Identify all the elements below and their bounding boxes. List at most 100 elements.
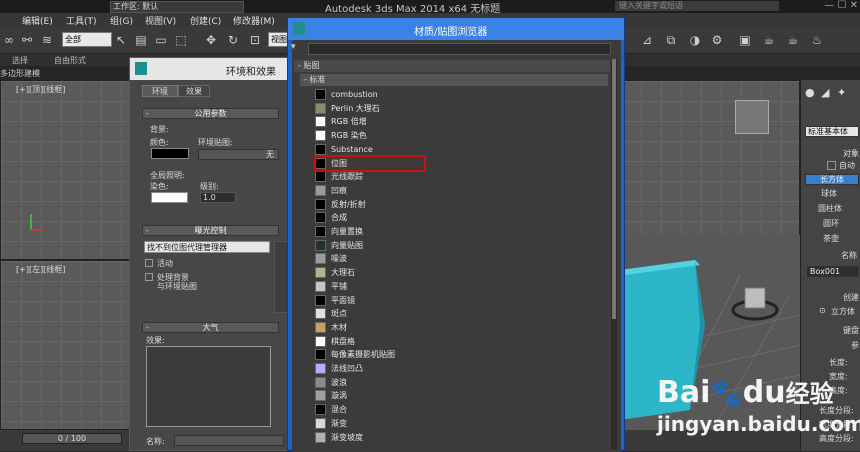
map-list-item[interactable]: combustion [314, 88, 608, 101]
sphere-button[interactable]: 球体 [821, 188, 837, 199]
link-icon[interactable]: ∞ [2, 33, 16, 47]
map-list-item[interactable]: 每像素摄影机贴图 [314, 348, 608, 361]
window-controls[interactable]: — ☐ ✕ [824, 0, 858, 11]
material-editor-icon[interactable]: ◑ [688, 33, 702, 47]
map-list-item[interactable]: 波浪 [314, 376, 608, 389]
map-list-item[interactable]: 渐变 [314, 417, 608, 430]
environment-dialog-titlebar[interactable]: 环境和效果 [130, 58, 293, 80]
map-list-item[interactable]: 向量置换 [314, 225, 608, 238]
map-list-item[interactable]: 反射/折射 [314, 198, 608, 211]
render-production-icon[interactable]: ☕ [786, 33, 800, 47]
name-color-header[interactable]: 名称 [841, 250, 857, 261]
map-list-item[interactable]: 光线跟踪 [314, 170, 608, 183]
env-map-button[interactable]: 无 [198, 149, 279, 160]
level-spinner[interactable]: 1.0 [200, 192, 236, 203]
map-list-item[interactable]: 渐变坡度 [314, 431, 608, 444]
rotate-icon[interactable]: ↻ [226, 33, 240, 47]
material-search-input[interactable] [308, 43, 611, 55]
menu-modifiers[interactable]: 修改器(M) [233, 14, 275, 27]
group-standard-header[interactable]: - 标准 [300, 74, 608, 86]
teapot-icon[interactable]: ♨ [810, 33, 824, 47]
rollout-atmosphere[interactable]: - 大气 [142, 322, 279, 333]
map-list-item[interactable]: 向量贴图 [314, 239, 608, 252]
selection-filter-select[interactable]: 全部 [62, 32, 112, 47]
schematic-view-icon[interactable]: ⧉ [664, 33, 678, 47]
material-browser-titlebar[interactable]: 材质/贴图浏览器 [288, 18, 624, 40]
creation-method-header[interactable]: 创建 [843, 292, 859, 303]
tab-effects[interactable]: 效果 [178, 85, 210, 97]
map-list-item[interactable]: RGB 倍增 [314, 115, 608, 128]
material-list-scrollbar[interactable] [611, 59, 617, 449]
teapot-button[interactable]: 茶壶 [823, 233, 839, 244]
curve-editor-icon[interactable]: ⊿ [640, 33, 654, 47]
map-list-item[interactable]: Substance [314, 143, 608, 156]
rollout-common-params[interactable]: - 公用参数 [142, 108, 279, 119]
render-icon[interactable]: ☕ [762, 33, 776, 47]
menu-group[interactable]: 组(G) [110, 14, 133, 27]
torus-button[interactable]: 圆环 [823, 218, 839, 229]
map-list-item[interactable]: Perlin 大理石 [314, 102, 608, 115]
render-setup-icon[interactable]: ⚙ [710, 33, 724, 47]
polygon-modeling-label[interactable]: 多边形建模 [0, 68, 40, 79]
map-list-item[interactable]: 合成 [314, 211, 608, 224]
active-checkbox[interactable] [145, 259, 153, 267]
rollout-exposure[interactable]: - 曝光控制 [142, 225, 279, 236]
map-item-label: 波浪 [331, 377, 347, 387]
keyboard-entry-header[interactable]: 键盘 [843, 325, 859, 336]
background-color-swatch[interactable] [151, 148, 189, 159]
effects-list[interactable] [146, 346, 271, 427]
bind-spacewarp-icon[interactable]: ≋ [40, 33, 54, 47]
map-list-item[interactable]: 混合 [314, 403, 608, 416]
browser-options-icon[interactable]: ▾ [291, 42, 296, 52]
effect-name-field[interactable] [174, 435, 284, 446]
select-object-icon[interactable]: ↖ [114, 33, 128, 47]
map-list-item[interactable]: 噪波 [314, 252, 608, 265]
object-category-select[interactable]: 标准基本体 [805, 126, 859, 137]
scale-icon[interactable]: ⊡ [248, 33, 262, 47]
map-list-item[interactable]: 斑点 [314, 307, 608, 320]
parameters-header[interactable]: 参 [851, 340, 859, 351]
lights-icon[interactable]: ✦ [837, 86, 846, 99]
map-list-item[interactable]: 漩涡 [314, 389, 608, 402]
workspace-select[interactable]: 工作区: 默认 [110, 1, 244, 13]
search-input[interactable]: 键入关键字或短语 [615, 1, 779, 11]
time-slider[interactable]: 0 / 100 [22, 433, 122, 444]
map-list-item[interactable]: 平面镜 [314, 294, 608, 307]
menu-tools[interactable]: 工具(T) [66, 14, 97, 27]
select-region-icon[interactable]: ▭ [154, 33, 168, 47]
map-list-item[interactable]: 平铺 [314, 280, 608, 293]
scrollbar-thumb[interactable] [612, 59, 616, 319]
exposure-type-select[interactable]: 找不到位图代理管理器 [144, 241, 270, 253]
map-list-item[interactable]: RGB 染色 [314, 129, 608, 142]
unlink-icon[interactable]: ⚯ [20, 33, 34, 47]
map-list-item[interactable]: 法线凹凸 [314, 362, 608, 375]
map-list-item[interactable]: 大理石 [314, 266, 608, 279]
ribbon-tab-freeform[interactable]: 自由形式 [54, 55, 86, 66]
group-maps-header[interactable]: - 贴图 [294, 60, 610, 72]
autogrid-checkbox[interactable] [827, 161, 836, 170]
move-icon[interactable]: ✥ [204, 33, 218, 47]
select-by-name-icon[interactable]: ▤ [134, 33, 148, 47]
map-list-item[interactable]: 棋盘格 [314, 335, 608, 348]
cube-radio[interactable]: ⊙ [819, 306, 826, 315]
object-name-field[interactable]: Box001 [807, 266, 859, 277]
rendered-frame-icon[interactable]: ▣ [738, 33, 752, 47]
ribbon-tab-selection[interactable]: 选择 [12, 55, 28, 66]
process-background-checkbox[interactable] [145, 273, 153, 281]
sphere-shape-icon[interactable]: ● [805, 86, 815, 99]
window-crossing-icon[interactable]: ⬚ [174, 33, 188, 47]
map-list-item[interactable]: 凹痕 [314, 184, 608, 197]
box-button[interactable]: 长方体 [805, 174, 859, 185]
viewcube-top-icon[interactable] [735, 100, 769, 134]
object-type-header[interactable]: 对象 [843, 148, 859, 159]
menu-view[interactable]: 视图(V) [145, 14, 176, 27]
cylinder-button[interactable]: 圆柱体 [818, 203, 842, 214]
viewport-top-label[interactable]: [+][顶][线框] [16, 84, 65, 95]
tab-environment[interactable]: 环境 [142, 85, 178, 97]
menu-create[interactable]: 创建(C) [190, 14, 221, 27]
menu-edit[interactable]: 编辑(E) [22, 14, 53, 27]
shapes-icon[interactable]: ◢ [821, 86, 829, 99]
tint-color-swatch[interactable] [151, 192, 188, 203]
viewport-left-label[interactable]: [+][左][线框] [16, 264, 65, 275]
map-list-item[interactable]: 木材 [314, 321, 608, 334]
